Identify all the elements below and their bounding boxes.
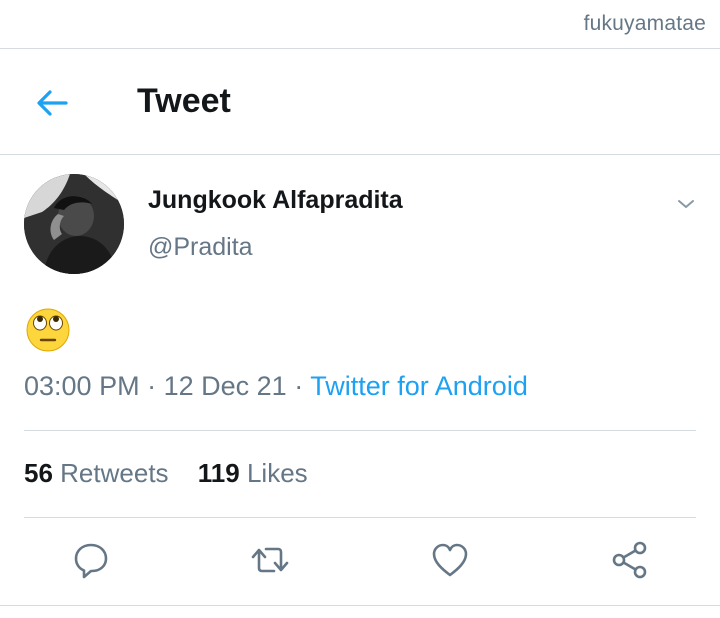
tweet-source-link[interactable]: Twitter for Android: [310, 371, 528, 401]
tweet-time: 03:00 PM: [24, 371, 140, 401]
likes-stat[interactable]: 119 Likes: [198, 458, 308, 489]
chevron-down-icon: [678, 200, 694, 208]
stats-divider: [24, 517, 696, 518]
tweet-date: 12 Dec 21: [163, 371, 287, 401]
meta-separator: ·: [294, 371, 304, 401]
tweet-meta: 03:00 PM · 12 Dec 21 · Twitter for Andro…: [24, 371, 528, 402]
avatar[interactable]: [24, 174, 124, 274]
meta-divider: [24, 430, 696, 431]
tweet-text: 🙄: [24, 306, 72, 354]
share-icon: [612, 541, 647, 579]
back-button[interactable]: [34, 85, 70, 121]
likes-count: 119: [197, 458, 240, 488]
likes-label: Likes: [246, 458, 308, 488]
arrow-left-icon: [37, 90, 68, 116]
reply-button[interactable]: [71, 540, 111, 580]
header-divider: [0, 154, 720, 155]
tweet-stats: 56 Retweets 119 Likes: [24, 458, 308, 489]
more-options-button[interactable]: [674, 192, 698, 216]
eye-roll-emoji-icon: [26, 308, 70, 352]
watermark: fukuyamatae: [583, 12, 706, 35]
reply-icon: [74, 543, 108, 579]
share-button[interactable]: [610, 540, 650, 580]
retweet-icon: [251, 547, 289, 573]
retweet-button[interactable]: [250, 540, 290, 580]
avatar-photo: [24, 174, 124, 274]
page-title: Tweet: [137, 82, 231, 120]
retweets-count: 56: [24, 458, 53, 488]
meta-separator: ·: [147, 371, 157, 401]
retweets-stat[interactable]: 56 Retweets: [24, 458, 169, 489]
header: Tweet: [0, 49, 720, 154]
like-button[interactable]: [430, 540, 470, 580]
retweets-label: Retweets: [60, 458, 169, 488]
bottom-divider: [0, 605, 720, 606]
like-icon: [432, 543, 468, 577]
author-handle[interactable]: @Pradita: [148, 233, 253, 262]
author-name[interactable]: Jungkook Alfapradita: [148, 186, 403, 215]
